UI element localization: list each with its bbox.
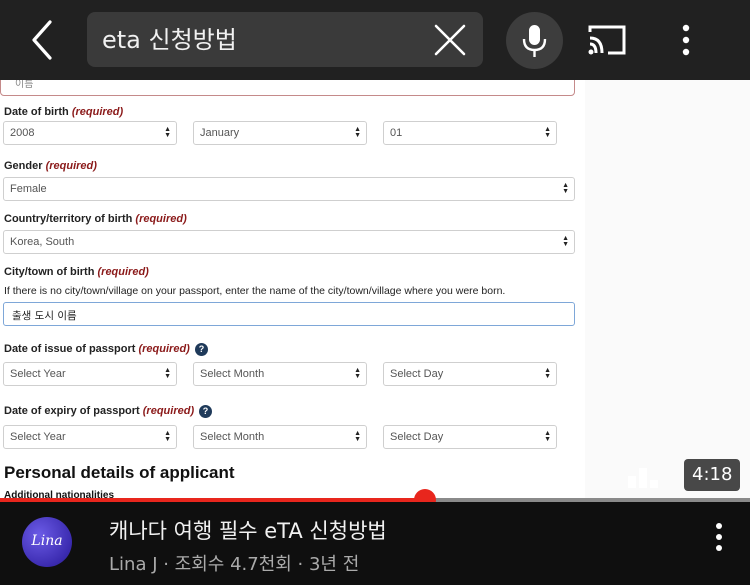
issue-day-select: Select Day ▲ ▼ — [383, 362, 557, 386]
video-details: Lina 캐나다 여행 필수 eTA 신청방법 Lina J · 조회수 4.7… — [0, 502, 750, 585]
video-player[interactable]: 이름 Date of birth (required) 2008 ▲ ▼ Janua… — [0, 80, 750, 502]
avatar[interactable]: Lina — [22, 517, 72, 567]
search-input[interactable]: eta 신청방법 — [87, 12, 483, 67]
more-options-button[interactable] — [672, 20, 700, 60]
city-input: 출생 도시 이름 — [3, 302, 575, 326]
video-meta: Lina J · 조회수 4.7천회 · 3년 전 — [109, 554, 360, 575]
search-query: eta 신청방법 — [102, 26, 237, 54]
cast-icon — [588, 25, 626, 55]
expiry-date-label: Date of expiry of passport (required) — [4, 405, 195, 417]
more-vert-icon — [716, 523, 722, 551]
dob-year-select: 2008 ▲ ▼ — [3, 121, 177, 145]
mic-icon — [522, 25, 547, 57]
help-icon: ? — [195, 343, 208, 356]
country-select: Korea, South ▲ ▼ — [3, 230, 575, 254]
issue-month-select: Select Month ▲ ▼ — [193, 362, 367, 386]
back-arrow-icon — [32, 20, 52, 60]
more-vert-icon — [682, 24, 690, 56]
expiry-year-select: Select Year ▲ ▼ — [3, 425, 177, 449]
city-label: City/town of birth (required) — [4, 266, 149, 278]
video-more-button[interactable] — [706, 518, 732, 554]
issue-year-select: Select Year ▲ ▼ — [3, 362, 177, 386]
issue-date-label: Date of issue of passport (required) — [4, 343, 190, 355]
expiry-day-select: Select Day ▲ ▼ — [383, 425, 557, 449]
top-app-bar: eta 신청방법 — [0, 0, 750, 80]
dob-label: Date of birth (required) — [4, 106, 124, 118]
dob-month-select: January ▲ ▼ — [193, 121, 367, 145]
video-side-area — [585, 80, 750, 502]
gender-label: Gender (required) — [4, 160, 97, 172]
section-title: Personal details of applicant — [4, 463, 235, 482]
bar-chart-icon — [628, 468, 658, 488]
name-field: 이름 — [0, 80, 575, 96]
name-field-value: 이름 — [15, 80, 34, 90]
help-icon: ? — [199, 405, 212, 418]
city-hint: If there is no city/town/village on your… — [4, 285, 506, 297]
avatar-text: Lina — [31, 533, 63, 549]
clear-search-button[interactable] — [433, 23, 467, 57]
country-label: Country/territory of birth (required) — [4, 213, 187, 225]
gender-select: Female ▲ ▼ — [3, 177, 575, 201]
required-marker: (required) — [71, 106, 124, 118]
duration-badge: 4:18 — [684, 459, 741, 491]
video-title[interactable]: 캐나다 여행 필수 eTA 신청방법 — [109, 515, 387, 545]
close-icon — [434, 24, 466, 56]
dob-day-select: 01 ▲ ▼ — [383, 121, 557, 145]
cast-button[interactable] — [586, 22, 628, 58]
voice-search-button[interactable] — [506, 12, 563, 69]
expiry-month-select: Select Month ▲ ▼ — [193, 425, 367, 449]
video-frame: 이름 Date of birth (required) 2008 ▲ ▼ Janua… — [0, 80, 585, 502]
back-button[interactable] — [22, 18, 62, 62]
